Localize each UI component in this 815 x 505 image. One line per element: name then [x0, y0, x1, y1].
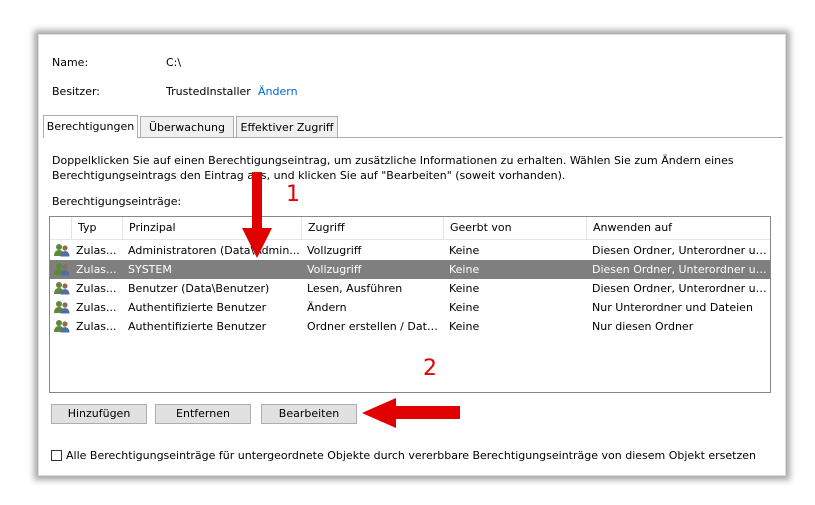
arrow-left-annotation [362, 398, 460, 428]
tab-permissions-label: Berechtigungen [46, 120, 135, 133]
annotation-overlay [242, 172, 460, 428]
annotation-number-1: 1 [286, 182, 300, 207]
arrow-down-annotation [242, 172, 272, 258]
tab-permissions[interactable]: Berechtigungen [43, 115, 138, 138]
annotation-number-2: 2 [423, 356, 437, 381]
